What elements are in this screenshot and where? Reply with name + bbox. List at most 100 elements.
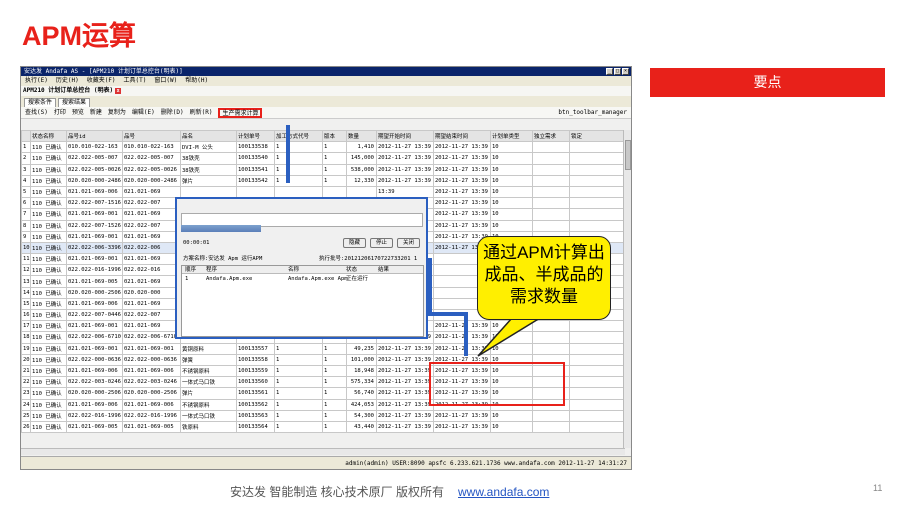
column-header[interactable]: 加工方式代号 — [274, 129, 323, 143]
table-cell: 022.022-007 — [122, 308, 181, 322]
toolbar-button[interactable]: 打印 — [54, 107, 66, 118]
table-cell: 110 已确认 — [30, 241, 67, 255]
table-cell: 2012-11-27 13:39 — [433, 152, 491, 165]
table-cell: 10 — [490, 331, 533, 344]
toolbar-button[interactable]: 新建 — [90, 107, 102, 118]
menu-item[interactable]: 执行(E) — [25, 76, 48, 86]
table-cell: 1,410 — [346, 141, 377, 154]
stop-button[interactable]: 停止 — [369, 238, 393, 248]
vertical-scrollbar[interactable] — [623, 130, 631, 448]
table-cell: 100133564 — [236, 420, 275, 434]
column-header[interactable]: 计划单号 — [236, 129, 275, 143]
table-row[interactable]: 5 110 已确认 021.021-069-006 021.021-069 13:39 2… — [21, 185, 626, 199]
table-cell: 5 — [21, 185, 31, 199]
table-cell — [569, 320, 626, 333]
column-header[interactable] — [21, 129, 31, 143]
scroll-thumb[interactable] — [625, 140, 631, 170]
table-cell: 110 已确认 — [30, 342, 67, 355]
toolbar-button[interactable]: 查找(S) — [25, 107, 48, 118]
table-cell: 2012-11-27 13:39 — [376, 398, 434, 411]
menu-item[interactable]: 历史(H) — [56, 76, 79, 86]
table-row[interactable]: 19 110 已确认 021.021-069-001 021.021-069-001 黄… — [21, 342, 626, 355]
table-cell: 弹片 — [180, 387, 237, 400]
close-tab-icon[interactable]: x — [115, 88, 122, 94]
column-header[interactable]: 品名 — [180, 129, 237, 143]
toolbar-manager-button[interactable]: btn_toolbar_manager — [558, 107, 627, 119]
horizontal-scrollbar[interactable] — [21, 448, 625, 455]
table-row[interactable]: 4 110 已确认 020.020-000-2486 020.020-000-2486… — [21, 174, 626, 187]
column-header[interactable]: 品号id — [66, 129, 123, 143]
table-cell: 10 — [490, 141, 533, 154]
toolbar-button[interactable]: 复制为 — [108, 107, 126, 118]
toolbar-button[interactable]: 刷新(R) — [190, 107, 213, 118]
table-row[interactable]: 3 110 已确认 022.022-005-0026 022.022-005-0026… — [21, 163, 626, 176]
toolbar-button[interactable]: 预览 — [72, 107, 84, 118]
table-cell: 100133542 — [236, 174, 275, 187]
table-cell: 1 — [322, 409, 347, 422]
maximize-icon[interactable]: □ — [614, 68, 621, 75]
table-cell: 1 — [322, 174, 347, 187]
table-cell: 2012-11-27 13:39 — [376, 376, 434, 389]
toolbar-button[interactable]: 删除(D) — [161, 107, 184, 118]
column-header[interactable]: 期望开始时间 — [376, 129, 434, 143]
document-tab[interactable]: APM210 计划订单总控台 (明表) x — [21, 86, 631, 96]
table-cell: 020.020-000-2506 — [66, 286, 123, 299]
tab-search-conditions[interactable]: 搜索条件 — [24, 98, 57, 107]
table-cell: 12 — [21, 264, 31, 277]
footer-text: 安达发 智能制造 核心技术原厂 版权所有 — [230, 485, 445, 499]
table-cell: 021.021-069-005 — [66, 275, 123, 288]
table-cell: 022.022-005-0026 — [66, 163, 123, 176]
table-row[interactable]: 2 110 已确认 022.022-005-007 022.022-005-007 38… — [21, 152, 626, 165]
column-header[interactable]: 计划单类型 — [490, 129, 533, 143]
menu-item[interactable]: 窗口(W) — [154, 76, 177, 86]
minimize-icon[interactable]: _ — [606, 68, 613, 75]
close-icon[interactable]: × — [622, 68, 629, 75]
table-cell: 021.021-069-006 — [66, 185, 123, 199]
menu-item[interactable]: 帮助(H) — [185, 76, 208, 86]
menu-item[interactable]: 工具(T) — [124, 76, 147, 86]
table-cell: 1 — [274, 376, 323, 389]
table-cell: 110 已确认 — [30, 364, 67, 378]
menu-item[interactable]: 收藏夹(F) — [87, 76, 116, 86]
table-cell: 1 — [322, 364, 347, 378]
table-row[interactable]: 1 110 已确认 010.010-022-163 010.010-022-163 DV… — [21, 141, 626, 154]
table-cell — [569, 163, 626, 176]
table-cell: 110 已确认 — [30, 264, 67, 277]
table-cell: 2012-11-27 13:39 — [376, 409, 434, 422]
column-header[interactable]: 期望结束时间 — [433, 129, 491, 143]
table-cell: 1 — [322, 163, 347, 176]
footer-link[interactable]: www.andafa.com — [458, 485, 549, 499]
column-header[interactable]: 锁定 — [569, 129, 626, 143]
column-header[interactable]: 状态名称 — [30, 129, 67, 143]
production-demand-calc-button[interactable]: 生产需求计算 — [218, 108, 263, 118]
table-cell: 022.022-005-007 — [122, 152, 181, 165]
table-cell: 100133557 — [236, 342, 275, 355]
table-cell — [532, 342, 570, 355]
table-cell: 一体式马口铁 — [180, 409, 237, 422]
table-cell: 17 — [21, 320, 31, 333]
table-cell: 021.021-069-006 — [122, 398, 181, 411]
table-cell — [532, 174, 570, 187]
close-dialog-button[interactable]: 关闭 — [396, 238, 420, 248]
table-cell: 100133560 — [236, 376, 275, 389]
table-cell: 2012-11-27 13:39 — [433, 420, 491, 434]
table-row[interactable]: 25 110 已确认 022.022-016-1996 022.022-016-199… — [21, 409, 626, 422]
table-cell: 2012-11-27 13:39 — [433, 141, 491, 154]
hide-button[interactable]: 隐藏 — [342, 238, 366, 248]
table-cell: 2012-11-27 13:39 — [376, 387, 434, 400]
column-header[interactable]: 品号 — [122, 129, 181, 143]
table-cell: 2012-11-27 13:39 — [376, 152, 434, 165]
table-cell: 铁原料 — [180, 420, 237, 434]
table-cell: 1 — [274, 409, 323, 422]
column-header[interactable]: 数量 — [346, 129, 377, 143]
table-cell: 26 — [21, 420, 31, 434]
column-header[interactable]: 独立需求 — [532, 129, 570, 143]
process-grid-row[interactable]: 1 Andafa.Apm.exe Andafa.Apm.exe Apm 正在运行 — [182, 275, 423, 283]
table-cell: 100133541 — [236, 163, 275, 176]
table-cell — [569, 398, 626, 411]
column-header[interactable]: 版本 — [322, 129, 347, 143]
toolbar-button[interactable]: 编辑(E) — [132, 107, 155, 118]
tab-search-results[interactable]: 搜索结果 — [58, 98, 91, 107]
table-cell: 021.021-069-006 — [122, 364, 181, 378]
table-row[interactable]: 26 110 已确认 021.021-069-005 021.021-069-005 铁… — [21, 420, 626, 434]
